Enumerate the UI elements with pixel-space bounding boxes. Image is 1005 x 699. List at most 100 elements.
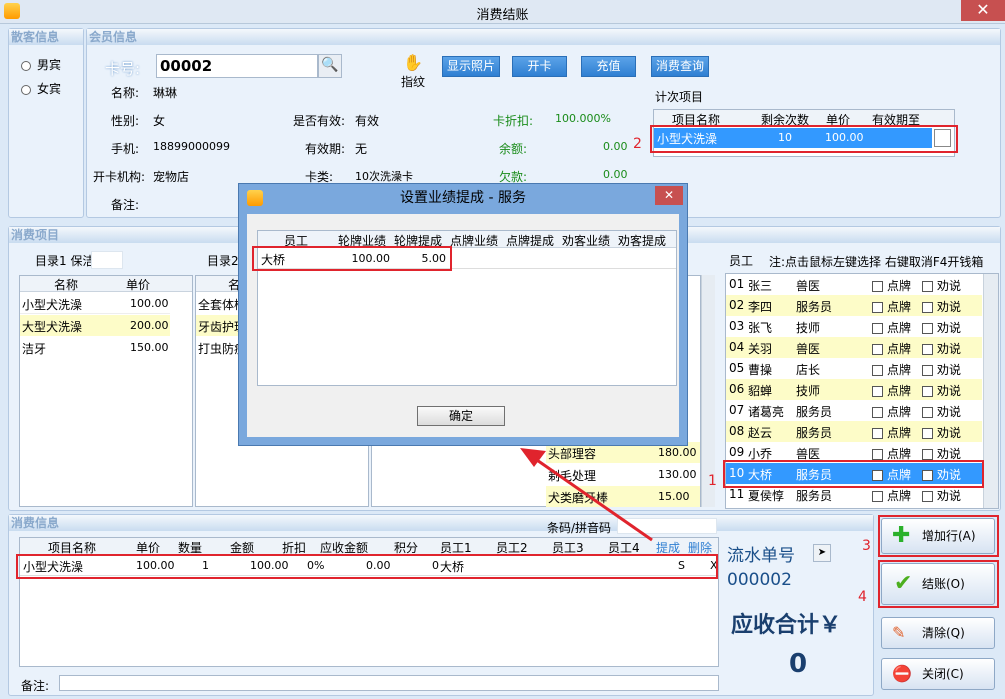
staff-quanshuo-checkbox[interactable]: 劝说 xyxy=(922,298,961,315)
dialog-close-button[interactable]: ✕ xyxy=(655,186,683,205)
staff-dianpai-checkbox[interactable]: 点牌 xyxy=(872,361,911,378)
cat3-row[interactable]: 剃毛处理 130.00 xyxy=(546,464,700,485)
gender-label: 性别: xyxy=(111,114,140,128)
note-label: 备注: xyxy=(111,198,140,212)
staff-quanshuo-checkbox[interactable]: 劝说 xyxy=(922,340,961,357)
staff-name: 李四 xyxy=(748,300,773,314)
staff-label: 员工 xyxy=(729,254,754,268)
checkbox-icon xyxy=(922,386,933,397)
staff-quanshuo-checkbox[interactable]: 劝说 xyxy=(922,319,961,336)
cat3-row[interactable]: 犬类磨牙棒 15.00 xyxy=(546,486,700,507)
staff-quanshuo-checkbox[interactable]: 劝说 xyxy=(922,424,961,441)
staff-row[interactable]: 05 曹操 店长 点牌 劝说 xyxy=(726,358,982,379)
consume-info-panel: 消费信息 条码/拼音码 项目名称 单价 数量 金额 折扣 应收金额 积分 员工1 员工2 员工3 员… xyxy=(8,514,874,696)
radio-female-label: 女宾 xyxy=(37,82,62,96)
quanshuo-label: 劝说 xyxy=(937,405,962,419)
staff-quanshuo-checkbox[interactable]: 劝说 xyxy=(922,403,961,420)
consume-query-button[interactable]: 消费查询 xyxy=(651,56,709,77)
staff-row[interactable]: 08 赵云 服务员 点牌 劝说 xyxy=(726,421,982,442)
close-button[interactable]: ⛔ 关闭(C) xyxy=(881,658,995,690)
annotation-2: 2 xyxy=(633,136,642,152)
staff-name: 诸葛亮 xyxy=(748,405,785,419)
gender-value: 女 xyxy=(153,114,166,128)
staff-dianpai-checkbox[interactable]: 点牌 xyxy=(872,403,911,420)
fingerprint-button[interactable]: ✋ 指纹 xyxy=(399,53,427,89)
name-value: 琳琳 xyxy=(153,86,178,100)
category1-header: 名称 单价 xyxy=(20,276,192,292)
open-card-button[interactable]: 开卡 xyxy=(512,56,567,77)
staff-name: 夏侯惇 xyxy=(748,489,785,503)
highlight-consume-row xyxy=(16,554,718,579)
discount-label: 卡折扣: xyxy=(493,114,534,128)
staff-dianpai-checkbox[interactable]: 点牌 xyxy=(872,340,911,357)
checkbox-icon xyxy=(872,323,883,334)
cat1-row[interactable]: 大型犬洗澡 200.00 xyxy=(20,315,170,336)
staff-name: 关羽 xyxy=(748,342,773,356)
quanshuo-label: 劝说 xyxy=(937,321,962,335)
dianpai-label: 点牌 xyxy=(887,342,912,356)
quanshuo-label: 劝说 xyxy=(937,447,962,461)
cat1-header-name: 名称 xyxy=(54,278,79,292)
staff-dianpai-checkbox[interactable]: 点牌 xyxy=(872,298,911,315)
staff-row[interactable]: 06 貂蝉 技师 点牌 劝说 xyxy=(726,379,982,400)
cat1-row[interactable]: 小型犬洗澡 100.00 xyxy=(20,293,170,314)
recharge-button[interactable]: 充值 xyxy=(581,56,636,77)
staff-role: 技师 xyxy=(796,321,821,335)
staff-quanshuo-checkbox[interactable]: 劝说 xyxy=(922,361,961,378)
staff-no: 04 xyxy=(729,340,745,354)
show-photo-button[interactable]: 显示照片 xyxy=(442,56,500,77)
checkbox-icon xyxy=(922,365,933,376)
radio-female[interactable]: 女宾 xyxy=(21,80,61,97)
dianpai-label: 点牌 xyxy=(887,384,912,398)
staff-dianpai-checkbox[interactable]: 点牌 xyxy=(872,382,911,399)
annotation-4: 4 xyxy=(858,589,867,605)
cursor-icon: ➤ xyxy=(817,547,827,558)
staff-dianpai-checkbox[interactable]: 点牌 xyxy=(872,487,911,504)
staff-scrollbar[interactable] xyxy=(983,274,998,508)
staff-no: 08 xyxy=(729,424,745,438)
dianpai-label: 点牌 xyxy=(887,300,912,314)
radio-male[interactable]: 男宾 xyxy=(21,56,61,73)
card-input[interactable]: 00002 xyxy=(156,54,318,78)
staff-role: 服务员 xyxy=(796,489,833,503)
annotation-1: 1 xyxy=(708,473,717,489)
cat1-row[interactable]: 洁牙 150.00 xyxy=(20,337,170,358)
card-label: 卡号: xyxy=(105,60,141,78)
serial-button[interactable]: ➤ xyxy=(813,544,831,562)
staff-dianpai-checkbox[interactable]: 点牌 xyxy=(872,319,911,336)
checkbox-icon xyxy=(922,323,933,334)
discount-value: 100.000% xyxy=(555,112,611,125)
checkbox-icon xyxy=(922,407,933,418)
consume-note-input[interactable] xyxy=(59,675,719,691)
dlg-header-col: 劝客业绩 xyxy=(562,234,611,248)
staff-dianpai-checkbox[interactable]: 点牌 xyxy=(872,424,911,441)
highlight-dialog-row xyxy=(252,246,452,271)
staff-quanshuo-checkbox[interactable]: 劝说 xyxy=(922,277,961,294)
radio-male-label: 男宾 xyxy=(37,58,62,72)
dialog-ok-button[interactable]: 确定 xyxy=(417,406,505,426)
clear-button[interactable]: ✎ 清除(Q) xyxy=(881,617,995,649)
staff-dianpai-checkbox[interactable]: 点牌 xyxy=(872,277,911,294)
dianpai-label: 点牌 xyxy=(887,426,912,440)
staff-row[interactable]: 01 张三 兽医 点牌 劝说 xyxy=(726,274,982,295)
annotation-3: 3 xyxy=(862,538,871,554)
staff-quanshuo-checkbox[interactable]: 劝说 xyxy=(922,487,961,504)
eraser-icon: ✎ xyxy=(892,623,906,642)
barcode-input[interactable] xyxy=(617,518,717,534)
staff-quanshuo-checkbox[interactable]: 劝说 xyxy=(922,382,961,399)
staff-row[interactable]: 04 关羽 兽医 点牌 劝说 xyxy=(726,337,982,358)
staff-row[interactable]: 02 李四 服务员 点牌 劝说 xyxy=(726,295,982,316)
category1-input[interactable] xyxy=(91,251,123,269)
card-search-button[interactable]: 🔍 xyxy=(318,54,342,78)
quanshuo-label: 劝说 xyxy=(937,363,962,377)
dlg-header-col: 点牌提成 xyxy=(506,234,555,248)
checkbox-icon xyxy=(922,281,933,292)
cat1-header-price: 单价 xyxy=(126,278,151,292)
staff-row[interactable]: 07 诸葛亮 服务员 点牌 劝说 xyxy=(726,400,982,421)
window-close-button[interactable]: ✕ xyxy=(961,0,1005,21)
staff-name: 张飞 xyxy=(748,321,773,335)
consume-note-label: 备注: xyxy=(21,679,50,693)
valid-value: 有效 xyxy=(355,114,380,128)
staff-row[interactable]: 03 张飞 技师 点牌 劝说 xyxy=(726,316,982,337)
staff-no: 01 xyxy=(729,277,745,291)
